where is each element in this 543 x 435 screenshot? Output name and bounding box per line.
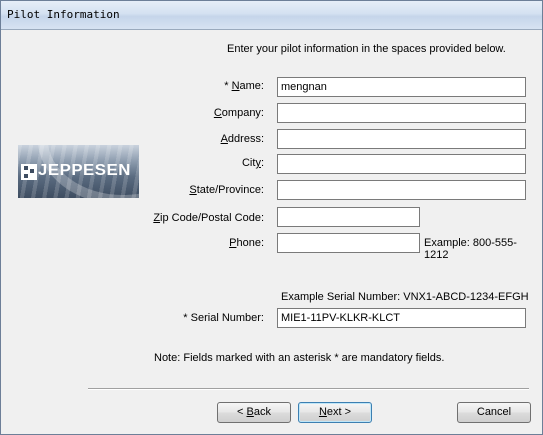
address-label: Address: — [64, 133, 264, 145]
name-label-key: N — [231, 80, 240, 92]
phone-label-rest: hone: — [236, 237, 264, 249]
next-button-key: N — [318, 406, 327, 418]
back-button-key: B — [246, 406, 254, 418]
phone-label: Phone: — [64, 237, 264, 249]
back-button-prefix: < — [237, 406, 247, 418]
company-label: Company: — [64, 107, 264, 119]
city-input[interactable] — [277, 154, 526, 174]
state-label: State/Province: — [64, 184, 264, 196]
back-button-rest: ack — [253, 406, 271, 418]
title-bar[interactable]: Pilot Information — [1, 1, 542, 30]
city-label-rest: : — [260, 157, 264, 169]
city-label-pre: Cit — [241, 157, 256, 169]
mandatory-note: Note: Fields marked with an asterisk * a… — [154, 352, 445, 364]
name-label-prefix: * — [224, 80, 232, 92]
serial-input[interactable] — [277, 308, 526, 328]
zip-label: Zip Code/Postal Code: — [64, 212, 264, 224]
address-input[interactable] — [277, 129, 526, 149]
name-label-rest: ame: — [239, 80, 264, 92]
intro-text: Enter your pilot information in the spac… — [227, 43, 506, 55]
pilot-information-dialog: Pilot Information Enter your pilot infor… — [0, 0, 543, 435]
next-button[interactable]: Next > — [298, 402, 372, 423]
company-label-rest: ompany: — [221, 107, 264, 119]
state-input[interactable] — [277, 180, 526, 200]
address-label-rest: ddress: — [227, 133, 264, 145]
phone-input[interactable] — [277, 233, 420, 253]
company-input[interactable] — [277, 103, 526, 123]
serial-label: * Serial Number: — [183, 312, 264, 324]
jeppesen-mark-icon — [21, 164, 37, 180]
name-input[interactable] — [277, 77, 526, 97]
state-label-rest: tate/Province: — [196, 184, 264, 196]
city-label: City: — [64, 157, 264, 169]
state-label-key: S — [189, 184, 197, 196]
cancel-button[interactable]: Cancel — [457, 402, 531, 423]
address-label-key: A — [220, 133, 228, 145]
company-label-key: C — [213, 107, 222, 119]
zip-label-rest: ip Code/Postal Code: — [160, 212, 264, 224]
name-label: * Name: — [64, 80, 264, 92]
window-title: Pilot Information — [7, 8, 120, 21]
divider — [88, 388, 529, 390]
dialog-content: Enter your pilot information in the spac… — [2, 30, 541, 434]
phone-example: Example: 800-555-1212 — [424, 237, 517, 261]
back-button[interactable]: < Back — [217, 402, 291, 423]
zip-input[interactable] — [277, 207, 420, 227]
next-button-rest: ext > — [326, 406, 352, 418]
serial-example: Example Serial Number: VNX1-ABCD-1234-EF… — [281, 291, 529, 303]
